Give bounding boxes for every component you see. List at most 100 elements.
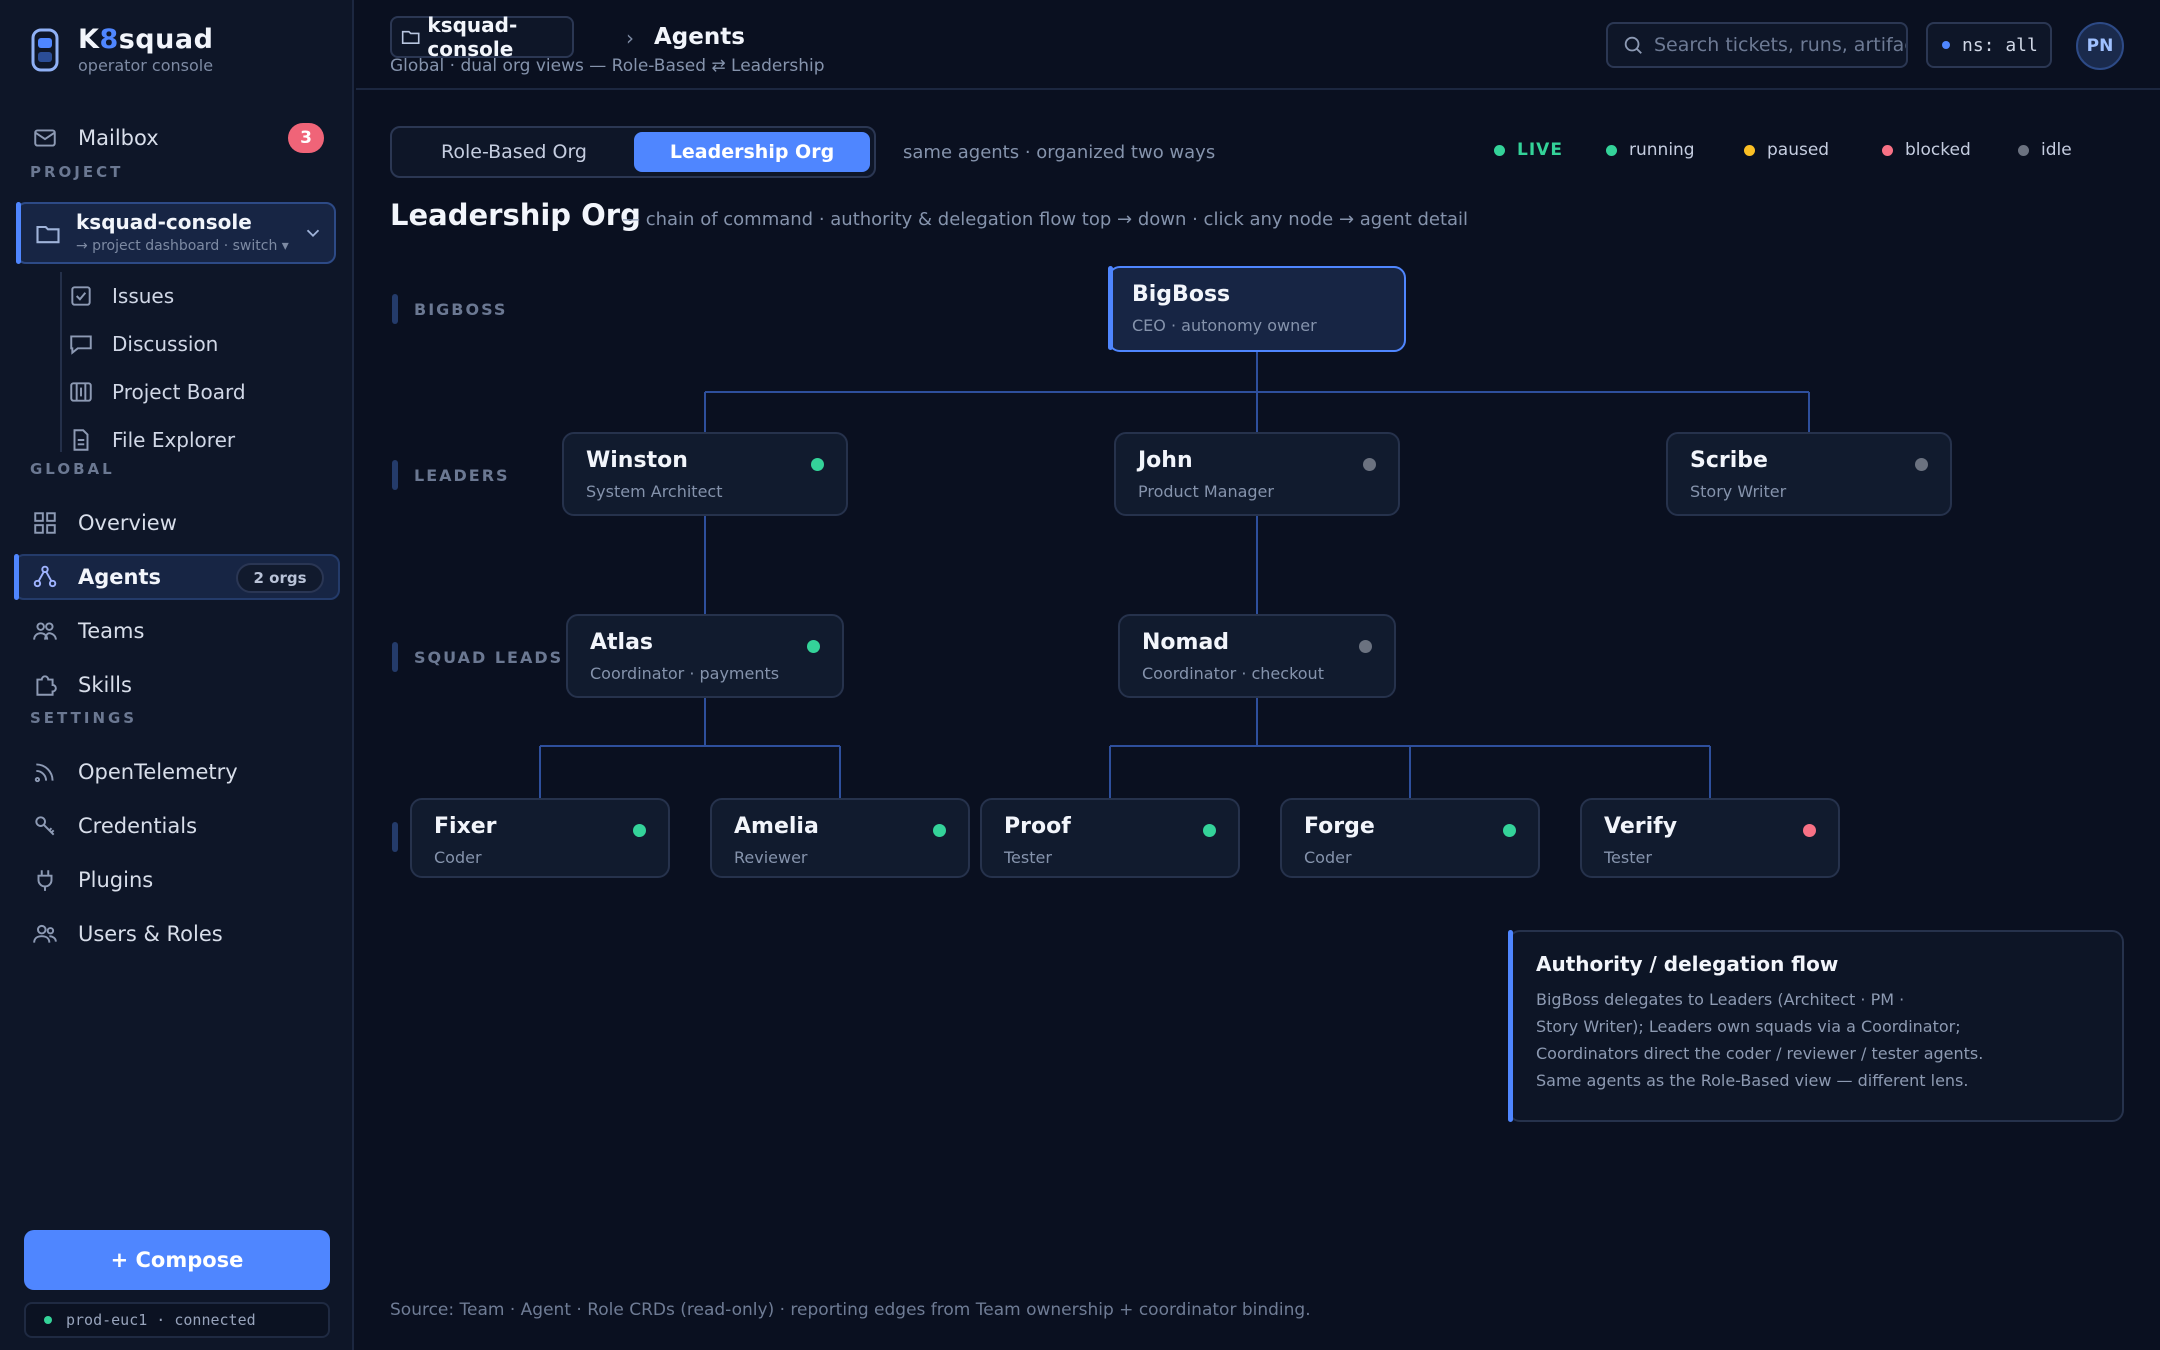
legend-blocked: blocked: [1882, 140, 1971, 160]
users-icon: [30, 919, 60, 949]
org-node-forge[interactable]: Forge Coder: [1280, 798, 1540, 878]
tab-leadership-org[interactable]: Leadership Org: [634, 132, 870, 172]
status-dot-idle: [1363, 458, 1376, 471]
breadcrumb-separator: ›: [626, 26, 634, 50]
node-role: Coordinator · checkout: [1142, 664, 1324, 683]
legend-live-label: LIVE: [1517, 140, 1563, 160]
project-switcher[interactable]: ksquad-console → project dashboard · swi…: [16, 202, 336, 264]
sidebar-item-agents[interactable]: Agents: [30, 557, 161, 597]
project-name: ksquad-console: [76, 210, 252, 234]
delegation-info-card: Authority / delegation flow BigBoss dele…: [1508, 930, 2124, 1122]
tier-label-text: SQUAD LEADS: [414, 647, 564, 667]
tab-role-based-org[interactable]: Role-Based Org: [396, 132, 632, 172]
node-name: Fixer: [434, 814, 497, 839]
folder-icon: [401, 30, 420, 45]
root-indicator: [1108, 266, 1113, 350]
org-node-verify[interactable]: Verify Tester: [1580, 798, 1840, 878]
node-name: John: [1138, 448, 1193, 473]
org-node-john[interactable]: John Product Manager: [1114, 432, 1400, 516]
sidebar-item-mailbox[interactable]: Mailbox: [30, 118, 159, 158]
sidebar-item-plugins[interactable]: Plugins: [30, 860, 153, 900]
plug-icon: [30, 865, 60, 895]
source-footnote: Source: Team · Agent · Role CRDs (read-o…: [390, 1300, 1311, 1320]
section-label-global: GLOBAL: [30, 460, 115, 478]
info-title: Authority / delegation flow: [1536, 952, 1839, 976]
status-dot-running: [807, 640, 820, 653]
sidebar-item-label: Plugins: [78, 868, 154, 892]
compose-button[interactable]: + Compose: [24, 1230, 330, 1290]
tier-marker: [392, 642, 398, 672]
sidebar-item-label: Overview: [78, 511, 177, 535]
namespace-selector[interactable]: ns: all: [1926, 22, 2052, 68]
legend-label: idle: [2041, 140, 2072, 160]
org-view-toggle: Role-Based Org Leadership Org: [390, 126, 876, 178]
connected-dot-icon: [44, 1316, 52, 1324]
sidebar-item-credentials[interactable]: Credentials: [30, 806, 197, 846]
namespace-dot-icon: [1942, 41, 1950, 49]
node-role: System Architect: [586, 482, 723, 501]
agents-icon: [30, 562, 60, 592]
chevron-down-icon[interactable]: [302, 222, 324, 248]
breadcrumb-project[interactable]: ksquad-console: [390, 13, 574, 61]
node-role: Tester: [1004, 848, 1052, 867]
sidebar-item-label: Users & Roles: [78, 922, 223, 946]
info-line: Same agents as the Role-Based view — dif…: [1536, 1071, 1969, 1090]
org-node-nomad[interactable]: Nomad Coordinator · checkout: [1118, 614, 1396, 698]
sidebar-item-skills[interactable]: Skills: [30, 665, 132, 705]
section-label-settings: SETTINGS: [30, 709, 138, 727]
sidebar-item-issues[interactable]: Issues: [66, 278, 174, 314]
node-role: Coder: [434, 848, 482, 867]
sidebar-item-label: Skills: [78, 673, 132, 697]
sidebar-item-file-explorer[interactable]: File Explorer: [66, 422, 235, 458]
edge-root-leaders: [704, 352, 1810, 432]
sidebar-item-label: Credentials: [78, 814, 198, 838]
tier-label-leaders: LEADERS: [392, 460, 510, 490]
node-name: Proof: [1004, 814, 1071, 839]
sidebar-item-project-board[interactable]: Project Board: [66, 374, 246, 410]
page-title: Leadership Org: [390, 198, 641, 232]
node-role: Story Writer: [1690, 482, 1787, 501]
search-box[interactable]: [1606, 22, 1908, 68]
status-dot-running: [933, 824, 946, 837]
cluster-status-text: prod-euc1 · connected: [66, 1311, 256, 1329]
project-sub: → project dashboard · switch ▾: [76, 238, 289, 254]
telemetry-icon: [30, 757, 60, 787]
sidebar-item-label: Agents: [78, 565, 162, 589]
node-role: Product Manager: [1138, 482, 1274, 501]
legend-label: running: [1629, 140, 1695, 160]
edge-atlas-squad: [539, 698, 841, 798]
node-name: Nomad: [1142, 630, 1230, 655]
org-node-winston[interactable]: Winston System Architect: [562, 432, 848, 516]
tier-label-text: LEADERS: [414, 465, 510, 485]
node-role: CEO · autonomy owner: [1132, 316, 1317, 335]
topbar: ksquad-console › Agents Global · dual or…: [356, 0, 2160, 90]
active-indicator: [16, 202, 21, 264]
sidebar-item-discussion[interactable]: Discussion: [66, 326, 218, 362]
org-node-scribe[interactable]: Scribe Story Writer: [1666, 432, 1952, 516]
page-breadcrumb: Agents: [654, 24, 745, 50]
board-icon: [66, 377, 96, 407]
sidebar-item-teams[interactable]: Teams: [30, 611, 144, 651]
org-node-atlas[interactable]: Atlas Coordinator · payments: [566, 614, 844, 698]
skills-icon: [30, 670, 60, 700]
sidebar-item-overview[interactable]: Overview: [30, 503, 177, 543]
node-name: Amelia: [734, 814, 819, 839]
node-role: Tester: [1604, 848, 1652, 867]
avatar[interactable]: PN: [2076, 22, 2124, 70]
key-icon: [30, 811, 60, 841]
grid-icon: [30, 508, 60, 538]
sidebar-item-opentelemetry[interactable]: OpenTelemetry: [30, 752, 238, 792]
brand-name: K8squad: [78, 24, 214, 55]
status-dot-running: [633, 824, 646, 837]
org-node-proof[interactable]: Proof Tester: [980, 798, 1240, 878]
node-role: Coordinator · payments: [590, 664, 780, 683]
node-name: Forge: [1304, 814, 1375, 839]
org-node-bigboss[interactable]: BigBoss CEO · autonomy owner: [1108, 266, 1406, 352]
brand[interactable]: K8squad operator console: [30, 24, 213, 75]
org-node-fixer[interactable]: Fixer Coder: [410, 798, 670, 878]
search-input[interactable]: [1654, 34, 1906, 56]
sidebar-item-users-roles[interactable]: Users & Roles: [30, 914, 223, 954]
org-node-amelia[interactable]: Amelia Reviewer: [710, 798, 970, 878]
sidebar-item-label: Issues: [112, 284, 175, 308]
status-dot-idle: [1359, 640, 1372, 653]
